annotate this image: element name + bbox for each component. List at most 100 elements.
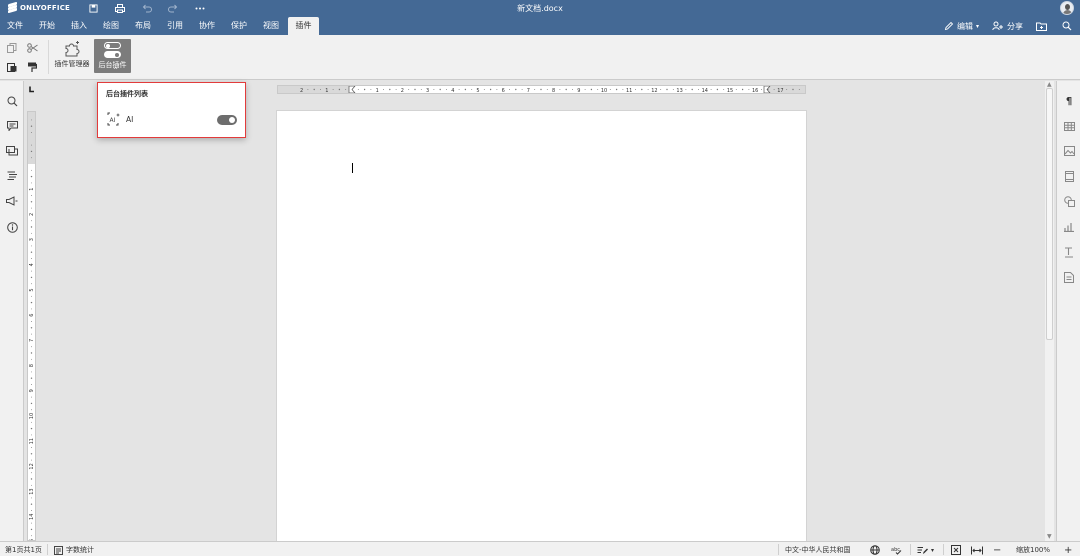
fit-page-icon[interactable] xyxy=(951,545,961,555)
ruler-label: 9 xyxy=(577,88,580,93)
ruler-tick xyxy=(31,321,32,322)
ruler-label: 8 xyxy=(552,88,555,93)
chart-settings-icon[interactable] xyxy=(1062,220,1076,234)
ruler-tick xyxy=(383,89,384,90)
zoom-level[interactable]: 缩放100% xyxy=(1016,545,1050,555)
comments-icon[interactable] xyxy=(5,119,19,133)
tab-file[interactable]: 文件 xyxy=(3,17,27,35)
tab-insert[interactable]: 插入 xyxy=(66,17,92,35)
ruler-label: 12 xyxy=(651,88,657,93)
language-selector[interactable]: 中文-中华人民共和国 xyxy=(785,545,851,555)
ruler-label: 4 xyxy=(451,88,454,93)
tab-references[interactable]: 引用 xyxy=(162,17,188,35)
header-footer-settings-icon[interactable] xyxy=(1062,169,1076,183)
vertical-scrollbar[interactable]: ▲ ▼ xyxy=(1045,81,1054,541)
user-avatar[interactable] xyxy=(1060,1,1074,15)
ruler-tick xyxy=(559,89,561,90)
save-icon[interactable] xyxy=(86,2,100,15)
fit-width-icon[interactable] xyxy=(971,545,983,555)
ruler-label: 2 xyxy=(401,88,404,93)
tab-plugins[interactable]: 插件 xyxy=(288,17,319,35)
format-painter-icon[interactable] xyxy=(25,60,39,74)
navigation-icon[interactable] xyxy=(5,169,19,183)
ruler-tick xyxy=(761,89,762,90)
ruler-tick xyxy=(30,226,33,228)
tab-stop-selector[interactable] xyxy=(27,85,36,94)
ruler-label: 15 xyxy=(727,88,733,93)
chat-icon[interactable] xyxy=(5,144,19,158)
ruler-tick xyxy=(615,88,618,91)
ruler-label: 16 xyxy=(752,88,758,93)
vertical-ruler[interactable]: 123456789101112131415 xyxy=(27,111,36,541)
ruler-tick xyxy=(540,88,542,91)
search-icon[interactable] xyxy=(1062,20,1072,32)
word-count-button[interactable]: 字数统计 xyxy=(54,545,94,555)
undo-icon[interactable] xyxy=(140,2,154,15)
copy-icon[interactable] xyxy=(5,41,19,55)
globe-icon[interactable] xyxy=(870,545,880,555)
ruler-tick xyxy=(798,89,800,90)
document-page[interactable] xyxy=(277,111,806,551)
tab-draw[interactable]: 绘图 xyxy=(98,17,124,35)
scroll-up-icon[interactable]: ▲ xyxy=(1047,81,1052,88)
table-settings-icon[interactable] xyxy=(1062,119,1076,133)
ruler-label: 11 xyxy=(29,438,35,444)
ruler-tick xyxy=(691,88,693,91)
status-bar: 第1页共1页 字数统计 中文-中华人民共和国 abc ▾ − 缩放100% + xyxy=(0,541,1080,556)
ruler-label: 1 xyxy=(376,88,379,93)
left-sidebar xyxy=(0,81,24,541)
ruler-tick xyxy=(30,201,33,203)
plugin-manager-label: 插件管理器 xyxy=(54,60,90,68)
tab-collaboration[interactable]: 协作 xyxy=(194,17,220,35)
menu-bar: 文件 开始 插入 绘图 布局 引用 协作 保护 视图 插件 编辑 ▾ 分享 xyxy=(0,17,1080,35)
ruler-label: 7 xyxy=(29,339,35,342)
plugin-manager-button[interactable]: 插件管理器 xyxy=(52,39,92,73)
open-file-location-icon[interactable] xyxy=(1036,20,1047,32)
ruler-tick xyxy=(546,89,548,90)
ruler-label: 5 xyxy=(476,88,479,93)
ruler-tick xyxy=(483,89,485,90)
horizontal-ruler[interactable]: 2 1 1 2 3 4 5 6 7 8 9 10 11 12 13 14 15 16 17 xyxy=(277,85,806,94)
spell-check-icon[interactable]: abc xyxy=(891,545,902,555)
paste-icon[interactable] xyxy=(5,60,19,74)
scroll-down-icon[interactable]: ▼ xyxy=(1047,533,1052,540)
ruler-tick xyxy=(30,503,33,505)
share-button[interactable]: 分享 xyxy=(992,20,1023,32)
ruler-tick xyxy=(31,472,32,474)
edit-mode-button[interactable]: 编辑 ▾ xyxy=(944,20,979,32)
ai-plugin-toggle[interactable] xyxy=(217,115,237,125)
page-info[interactable]: 第1页共1页 xyxy=(5,545,42,555)
ruler-label: 7 xyxy=(527,88,530,93)
text-art-settings-icon[interactable] xyxy=(1062,245,1076,259)
tab-layout[interactable]: 布局 xyxy=(130,17,156,35)
more-icon[interactable] xyxy=(193,2,207,15)
ruler-tick xyxy=(609,89,611,90)
ruler-tick xyxy=(31,358,32,360)
ruler-tick xyxy=(723,89,725,90)
form-settings-icon[interactable] xyxy=(1062,270,1076,284)
scrollbar-thumb[interactable] xyxy=(1046,88,1053,340)
paragraph-settings-icon[interactable]: ¶ xyxy=(1062,94,1076,108)
redo-icon[interactable] xyxy=(166,2,180,15)
zoom-out-button[interactable]: − xyxy=(993,545,1001,556)
image-settings-icon[interactable] xyxy=(1062,144,1076,158)
tab-home[interactable]: 开始 xyxy=(34,17,60,35)
track-changes-button[interactable]: ▾ xyxy=(917,545,934,555)
ruler-tick xyxy=(307,89,309,90)
cut-icon[interactable] xyxy=(25,41,39,55)
zoom-in-button[interactable]: + xyxy=(1064,545,1072,556)
feedback-icon[interactable] xyxy=(5,194,19,208)
search-icon[interactable] xyxy=(5,94,19,108)
tab-view[interactable]: 视图 xyxy=(258,17,284,35)
ruler-tick xyxy=(597,89,599,90)
ruler-tick xyxy=(30,175,33,178)
ruler-tick xyxy=(31,207,32,209)
ruler-tick xyxy=(496,89,498,90)
tab-protection[interactable]: 保护 xyxy=(226,17,252,35)
ruler-tick xyxy=(30,251,33,253)
ruler-tick xyxy=(635,89,636,90)
print-icon[interactable] xyxy=(113,2,127,15)
info-icon[interactable] xyxy=(5,220,19,234)
shape-settings-icon[interactable] xyxy=(1062,194,1076,208)
ruler-label: 10 xyxy=(29,413,35,419)
